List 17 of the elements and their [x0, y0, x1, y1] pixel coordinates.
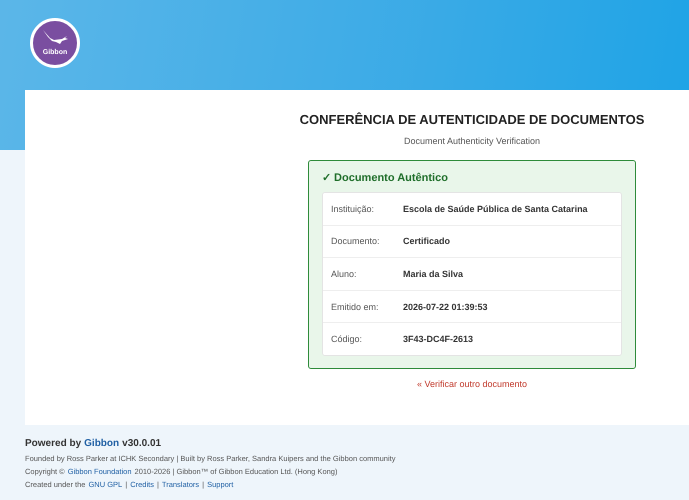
- field-value: 3F43-DC4F-2613: [403, 334, 474, 344]
- field-value: 2026-07-22 01:39:53: [403, 302, 488, 312]
- field-value: Escola de Saúde Pública de Santa Catarina: [403, 204, 588, 214]
- field-label: Emitido em:: [331, 302, 380, 312]
- field-value: Maria da Silva: [403, 268, 464, 279]
- powered-by-text: v30.0.01: [122, 438, 162, 449]
- field-label: Instituição:: [331, 204, 376, 214]
- gibbon-link[interactable]: Gibbon: [84, 438, 120, 449]
- field-value: Certificado: [403, 236, 450, 246]
- status-text: ✓ Documento Autêntico: [322, 171, 449, 184]
- field-label: Aluno:: [331, 268, 358, 279]
- powered-by-text: Powered by: [25, 438, 82, 449]
- field-label: Código:: [331, 334, 364, 344]
- back-link[interactable]: « Verificar outro documento: [416, 378, 528, 389]
- field-label: Documento:: [331, 236, 381, 246]
- page-subtitle: Document Authenticity Verification: [404, 136, 540, 146]
- page-title: CONFERÊNCIA DE AUTENTICIDADE DE DOCUMENTOS: [300, 112, 644, 127]
